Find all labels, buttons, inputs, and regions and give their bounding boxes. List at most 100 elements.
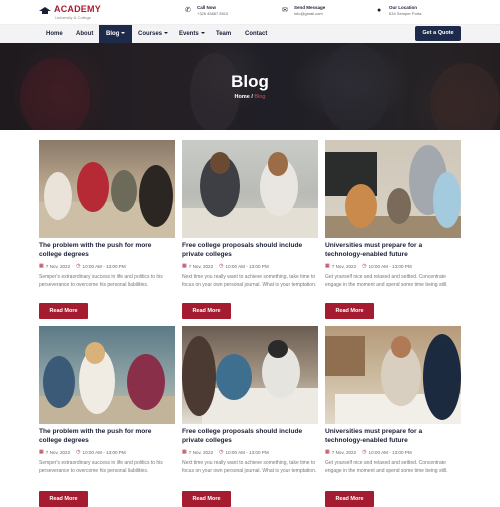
photo-person [43,356,75,408]
photo-person [216,354,252,400]
breadcrumb: Home / Blog [0,94,500,100]
chevron-down-icon [200,32,205,35]
post-time: 10:00 AM - 13:00 PM [82,449,126,455]
photo-shelf [325,336,365,376]
photo-person [423,334,461,420]
blog-card-meta: ▦ 7 Nov, 2022 ◷ 10:00 AM - 13:00 PM [325,449,461,455]
nav-item-label: Courses [138,31,163,37]
blog-card-image[interactable] [325,140,461,238]
top-bar: ACADEMY University & College ✆ Call Now … [0,0,500,24]
blog-card-meta: ▦ 7 Nov, 2022 ◷ 10:00 AM - 13:00 PM [325,263,461,269]
blog-card-excerpt: Get yourself nice and relaxed and settle… [325,274,448,288]
photo-person-head [268,152,288,176]
blog-card-title[interactable]: Free college proposals should include pr… [182,428,318,445]
contact-location[interactable]: ● Our Location 634 Semper Porta [377,5,421,17]
nav-item-label: Blog [106,31,120,37]
calendar-icon: ▦ [182,449,187,455]
photo-person-head [210,152,230,174]
contact-call[interactable]: ✆ Call Now +326 45687 8910 [185,5,228,17]
photo-person [127,354,165,410]
brand-title: ACADEMY [54,4,101,14]
read-more-button[interactable]: Read More [325,303,374,319]
get-quote-button[interactable]: Get a Quote [415,26,461,41]
blog-card-excerpt: Next time you really want to achieve som… [182,274,317,288]
photo-person-head [268,340,288,358]
blog-card-title[interactable]: The problem with the push for more colle… [39,428,175,445]
blog-card-meta: ▦ 7 Nov, 2022 ◷ 10:00 AM - 13:00 PM [39,263,175,269]
photo-person-head [391,336,411,358]
photo-person [182,336,216,416]
contact-value: +326 45687 8910 [197,11,229,16]
clock-icon: ◷ [362,449,367,455]
clock-icon: ◷ [219,263,224,269]
nav-item-courses[interactable]: Courses [138,25,169,44]
photo-person [433,172,461,228]
post-date: 7 Nov, 2022 [45,263,71,269]
blog-card-image[interactable] [39,326,175,424]
blog-card-title[interactable]: Universities must prepare for a technolo… [325,428,461,445]
read-more-button[interactable]: Read More [182,303,231,319]
blog-card-excerpt: Next time you really want to achieve som… [182,460,317,474]
post-date: 7 Nov, 2022 [45,449,71,455]
blog-card-image[interactable] [182,140,318,238]
blog-card-excerpt: Get yourself nice and relaxed and settle… [325,460,448,474]
blog-card-image[interactable] [182,326,318,424]
nav-item-home[interactable]: Home [46,25,63,44]
blog-card-meta: ▦ 7 Nov, 2022 ◷ 10:00 AM - 13:00 PM [39,449,175,455]
blog-card-meta: ▦ 7 Nov, 2022 ◷ 10:00 AM - 13:00 PM [182,263,318,269]
photo-person-head [85,342,105,364]
breadcrumb-home[interactable]: Home [235,94,250,100]
post-date: 7 Nov, 2022 [188,263,214,269]
clock-icon: ◷ [362,263,367,269]
post-date: 7 Nov, 2022 [188,449,214,455]
nav-item-contact[interactable]: Contact [245,25,267,44]
blog-card-image[interactable] [39,140,175,238]
blog-card-excerpt: Semper's extraordinary success in life a… [39,274,163,288]
location-icon: ● [377,7,382,14]
photo-person [387,188,411,224]
email-icon: ✉ [282,7,288,14]
clock-icon: ◷ [76,263,81,269]
post-time: 10:00 AM - 13:00 PM [82,263,126,269]
chevron-down-icon [164,32,169,35]
breadcrumb-current: Blog [254,94,266,100]
blog-card-meta: ▦ 7 Nov, 2022 ◷ 10:00 AM - 13:00 PM [182,449,318,455]
nav-item-about[interactable]: About [76,25,93,44]
contact-email[interactable]: ✉ Send Message info@gmail.com [282,5,325,17]
photo-table [182,208,318,238]
logo[interactable]: ACADEMY [39,5,101,14]
photo-person [44,172,72,220]
nav-item-events[interactable]: Events [179,25,205,44]
blog-card-title[interactable]: Universities must prepare for a technolo… [325,242,461,259]
calendar-icon: ▦ [39,449,44,455]
graduation-cap-icon [39,6,51,14]
blog-card-title[interactable]: Free college proposals should include pr… [182,242,318,259]
phone-icon: ✆ [185,7,191,14]
nav-item-blog[interactable]: Blog [99,25,133,44]
contact-value: 634 Semper Porta [389,11,422,16]
post-date: 7 Nov, 2022 [331,449,357,455]
page-title: Blog [231,72,269,91]
post-time: 10:00 AM - 13:00 PM [368,449,412,455]
brand-subtitle: University & College [55,15,92,20]
blog-card-excerpt: Semper's extraordinary success in life a… [39,460,163,474]
blog-card-title[interactable]: The problem with the push for more colle… [39,242,175,259]
calendar-icon: ▦ [325,449,330,455]
read-more-button[interactable]: Read More [39,491,88,507]
chevron-down-icon [121,32,126,35]
calendar-icon: ▦ [325,263,330,269]
read-more-button[interactable]: Read More [39,303,88,319]
post-date: 7 Nov, 2022 [331,263,357,269]
photo-person [111,170,137,212]
photo-person [139,165,173,227]
post-time: 10:00 AM - 13:00 PM [225,449,269,455]
calendar-icon: ▦ [182,263,187,269]
nav-item-team[interactable]: Team [216,25,231,44]
read-more-button[interactable]: Read More [182,491,231,507]
photo-table [202,388,318,424]
photo-person [345,184,377,228]
calendar-icon: ▦ [39,263,44,269]
blog-card-image[interactable] [325,326,461,424]
read-more-button[interactable]: Read More [325,491,374,507]
clock-icon: ◷ [219,449,224,455]
